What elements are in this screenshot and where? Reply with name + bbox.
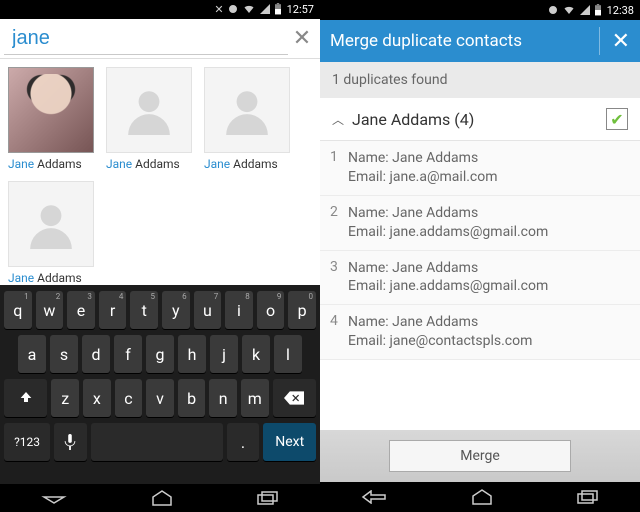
item-info: Name: Jane AddamsEmail: jane@contactspls… bbox=[348, 313, 630, 351]
nav-recent-icon[interactable] bbox=[577, 490, 599, 504]
contact-avatar-photo bbox=[8, 67, 94, 153]
item-info: Name: Jane AddamsEmail: jane.a@mail.com bbox=[348, 149, 630, 187]
item-index: 4 bbox=[330, 313, 348, 351]
signal-icon bbox=[579, 4, 591, 16]
period-key[interactable]: . bbox=[227, 423, 260, 461]
item-index: 3 bbox=[330, 259, 348, 297]
merge-button[interactable]: Merge bbox=[389, 440, 571, 472]
symbols-key[interactable]: ?123 bbox=[4, 423, 50, 461]
wifi-icon bbox=[242, 3, 256, 15]
key-b[interactable]: b bbox=[178, 379, 206, 417]
contact-name: Jane Addams bbox=[106, 157, 180, 171]
key-y[interactable]: y6 bbox=[162, 291, 190, 329]
contact-name: Jane Addams bbox=[8, 271, 82, 285]
key-l[interactable]: l bbox=[274, 335, 302, 373]
contact-avatar-placeholder bbox=[106, 67, 192, 153]
titlebar: Merge duplicate contacts ✕ bbox=[320, 20, 640, 62]
nav-home-icon[interactable] bbox=[149, 490, 175, 506]
page-title: Merge duplicate contacts bbox=[330, 31, 599, 51]
item-index: 1 bbox=[330, 149, 348, 187]
item-index: 2 bbox=[330, 204, 348, 242]
chevron-up-icon: ︿ bbox=[332, 111, 344, 128]
key-n[interactable]: n bbox=[209, 379, 237, 417]
backspace-key[interactable] bbox=[273, 379, 316, 417]
key-t[interactable]: t5 bbox=[130, 291, 158, 329]
key-h[interactable]: h bbox=[178, 335, 206, 373]
spacebar-key[interactable] bbox=[91, 423, 223, 461]
key-s[interactable]: s bbox=[50, 335, 78, 373]
duplicate-list: 1Name: Jane AddamsEmail: jane.a@mail.com… bbox=[320, 141, 640, 360]
duplicates-count: 1 duplicates found bbox=[320, 62, 640, 98]
contact-avatar-placeholder bbox=[204, 67, 290, 153]
key-z[interactable]: z bbox=[51, 379, 79, 417]
duplicate-item[interactable]: 2Name: Jane AddamsEmail: jane.addams@gma… bbox=[320, 196, 640, 251]
key-u[interactable]: u7 bbox=[194, 291, 222, 329]
key-e[interactable]: e3 bbox=[67, 291, 95, 329]
contact-name: Jane Addams bbox=[8, 157, 82, 171]
key-k[interactable]: k bbox=[242, 335, 270, 373]
wifi-icon bbox=[562, 4, 576, 16]
key-p[interactable]: p0 bbox=[288, 291, 316, 329]
key-w[interactable]: w2 bbox=[36, 291, 64, 329]
key-m[interactable]: m bbox=[241, 379, 269, 417]
key-c[interactable]: c bbox=[115, 379, 143, 417]
alarm-icon bbox=[227, 3, 239, 15]
key-a[interactable]: a bbox=[18, 335, 46, 373]
duplicate-group-header[interactable]: ︿ Jane Addams (4) ✔ bbox=[320, 98, 640, 141]
no-sound-icon: ✕ bbox=[214, 3, 223, 16]
key-j[interactable]: j bbox=[210, 335, 238, 373]
search-input[interactable] bbox=[4, 23, 288, 55]
contact-card[interactable]: Jane Addams bbox=[204, 67, 292, 171]
group-name: Jane Addams (4) bbox=[352, 110, 606, 129]
contacts-grid: Jane Addams Jane Addams Jane Addams Jane Ad… bbox=[0, 59, 320, 285]
key-r[interactable]: r4 bbox=[99, 291, 127, 329]
battery-icon bbox=[594, 4, 602, 16]
item-info: Name: Jane AddamsEmail: jane.addams@gmai… bbox=[348, 259, 630, 297]
clear-search-button[interactable]: ✕ bbox=[288, 25, 316, 53]
merge-bar: Merge bbox=[320, 430, 640, 482]
key-v[interactable]: v bbox=[146, 379, 174, 417]
select-group-checkbox[interactable]: ✔ bbox=[606, 108, 628, 130]
mic-key[interactable] bbox=[54, 423, 87, 461]
contact-avatar-placeholder bbox=[8, 181, 94, 267]
key-q[interactable]: q1 bbox=[4, 291, 32, 329]
contact-card[interactable]: Jane Addams bbox=[8, 67, 96, 171]
key-f[interactable]: f bbox=[114, 335, 142, 373]
alarm-icon bbox=[547, 4, 559, 16]
status-clock: 12:57 bbox=[287, 3, 314, 16]
nav-recent-icon[interactable] bbox=[257, 491, 279, 505]
key-x[interactable]: x bbox=[83, 379, 111, 417]
key-i[interactable]: i8 bbox=[225, 291, 253, 329]
nav-back-icon[interactable] bbox=[361, 490, 387, 504]
battery-icon bbox=[274, 3, 282, 15]
key-o[interactable]: o9 bbox=[257, 291, 285, 329]
next-key[interactable]: Next bbox=[263, 423, 316, 461]
contact-name: Jane Addams bbox=[204, 157, 278, 171]
status-clock: 12:38 bbox=[607, 4, 634, 17]
nav-home-icon[interactable] bbox=[469, 489, 495, 505]
status-bar: ✕ 12:57 bbox=[0, 0, 320, 19]
android-navbar bbox=[320, 482, 640, 512]
phone-right-merge-duplicates: 12:38 Merge duplicate contacts ✕ 1 dupli… bbox=[320, 0, 640, 512]
search-row: ✕ bbox=[0, 19, 320, 60]
key-g[interactable]: g bbox=[146, 335, 174, 373]
item-info: Name: Jane AddamsEmail: jane.addams@gmai… bbox=[348, 204, 630, 242]
contact-card[interactable]: Jane Addams bbox=[106, 67, 194, 171]
signal-icon bbox=[259, 3, 271, 15]
shift-key[interactable] bbox=[4, 379, 47, 417]
duplicate-item[interactable]: 1Name: Jane AddamsEmail: jane.a@mail.com bbox=[320, 141, 640, 196]
contact-card[interactable]: Jane Addams bbox=[8, 181, 96, 285]
status-bar: 12:38 bbox=[320, 0, 640, 20]
duplicate-item[interactable]: 3Name: Jane AddamsEmail: jane.addams@gma… bbox=[320, 251, 640, 306]
keyboard: q1w2e3r4t5y6u7i8o9p0 asdfghjkl zxcvbnm ?… bbox=[0, 285, 320, 483]
duplicate-item[interactable]: 4Name: Jane AddamsEmail: jane@contactspl… bbox=[320, 305, 640, 360]
android-navbar bbox=[0, 484, 320, 512]
phone-left-contacts-search: ✕ 12:57 ✕ Jane AddamsJane AddamsJane Add… bbox=[0, 0, 320, 512]
nav-back-icon[interactable] bbox=[41, 491, 67, 505]
close-button[interactable]: ✕ bbox=[599, 27, 630, 55]
key-d[interactable]: d bbox=[82, 335, 110, 373]
